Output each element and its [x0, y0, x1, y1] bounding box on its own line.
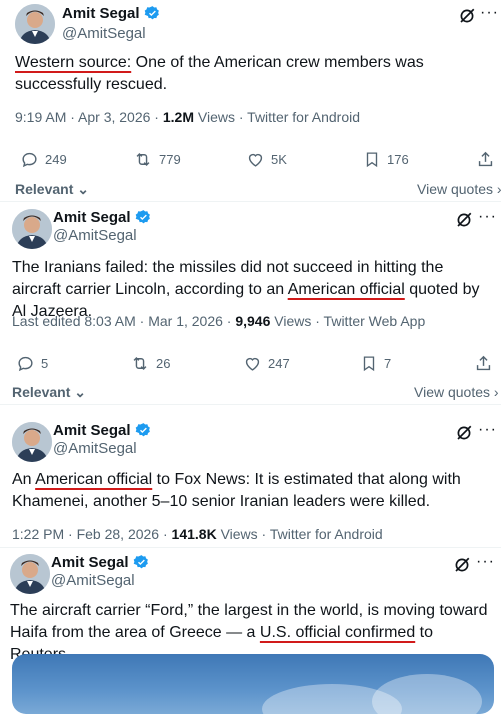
reply-icon [22, 152, 37, 168]
sort-relevant-dropdown[interactable]: Relevant ⌄ [15, 181, 89, 198]
author-name[interactable]: Amit Segal [62, 5, 140, 22]
chevron-down-icon: ⌄ [70, 384, 86, 400]
reply-count: 249 [45, 152, 67, 167]
verified-badge-icon [144, 6, 159, 20]
tweet-3[interactable]: Amit Segal @AmitSegal ··· An American of… [0, 405, 501, 547]
bookmark-icon [366, 152, 378, 168]
share-icon [478, 151, 493, 167]
like-button[interactable]: 247 [243, 354, 290, 373]
tweet-meta: 1:22 PM · Feb 28, 2026 · 141.8K Views · … [12, 526, 383, 542]
action-bar: 249 779 5K 176 [0, 150, 501, 174]
bookmark-count: 7 [384, 356, 392, 371]
view-quotes-link[interactable]: View quotes › [417, 181, 501, 197]
tweet-2[interactable]: Amit Segal @AmitSegal ··· The Iranians f… [0, 202, 501, 402]
timestamp[interactable]: 9:19 AM · Apr 3, 2026 · [15, 109, 163, 125]
avatar[interactable] [12, 209, 52, 249]
author-name[interactable]: Amit Segal [53, 209, 131, 226]
verified-badge-icon [133, 555, 148, 569]
reply-icon [18, 356, 33, 372]
grok-icon[interactable] [453, 556, 471, 574]
repost-icon [133, 356, 147, 371]
views-count: 1.2M [162, 109, 194, 125]
repost-button[interactable]: 26 [130, 354, 170, 373]
bookmark-button[interactable]: 7 [360, 354, 391, 373]
views-count: 141.8K [171, 526, 217, 542]
heart-icon [245, 357, 260, 371]
grok-icon[interactable] [455, 424, 473, 442]
reply-button[interactable]: 5 [16, 354, 48, 373]
avatar[interactable] [10, 554, 50, 594]
tweet-media-image[interactable] [12, 654, 494, 714]
tweet-text-before: An [12, 471, 36, 488]
author-name[interactable]: Amit Segal [51, 554, 129, 571]
heart-icon [248, 153, 263, 167]
views-count: 9,946 [235, 313, 271, 329]
more-options-icon[interactable]: ··· [476, 553, 495, 571]
views-source: Views · Twitter for Android [194, 109, 360, 125]
like-count: 5K [271, 152, 287, 167]
author-handle: @AmitSegal [53, 227, 137, 244]
reply-button[interactable]: 249 [20, 150, 67, 169]
author-line: Amit Segal [62, 5, 161, 22]
underlined-phrase: American official [35, 471, 153, 488]
sort-label: Relevant [15, 181, 74, 197]
author-handle: @AmitSegal [62, 25, 146, 42]
cloud-shape [372, 674, 482, 714]
author-line: Amit Segal [51, 554, 150, 571]
reply-count: 5 [41, 356, 49, 371]
grok-icon[interactable] [458, 7, 476, 25]
author-handle: @AmitSegal [53, 440, 137, 457]
chevron-down-icon: ⌄ [73, 181, 89, 197]
bookmark-count: 176 [387, 152, 409, 167]
bookmark-icon [363, 356, 375, 372]
author-name[interactable]: Amit Segal [53, 422, 131, 439]
verified-badge-icon [135, 210, 150, 224]
tweet-text: Western source: One of the American crew… [15, 52, 485, 96]
timestamp[interactable]: 1:22 PM · Feb 28, 2026 · [12, 526, 172, 542]
share-icon [476, 355, 491, 371]
avatar[interactable] [15, 4, 55, 44]
repost-count: 779 [159, 152, 181, 167]
underlined-phrase: American official [287, 281, 405, 298]
views-source: Views · Twitter Web App [270, 313, 426, 329]
grok-icon[interactable] [455, 211, 473, 229]
like-count: 247 [268, 356, 290, 371]
verified-badge-icon [135, 423, 150, 437]
sort-relevant-dropdown[interactable]: Relevant ⌄ [12, 384, 86, 401]
tweet-meta: 9:19 AM · Apr 3, 2026 · 1.2M Views · Twi… [15, 109, 360, 125]
author-line: Amit Segal [53, 209, 152, 226]
avatar[interactable] [12, 422, 52, 462]
like-button[interactable]: 5K [246, 150, 287, 169]
tweet-1[interactable]: Amit Segal @AmitSegal ··· Western source… [0, 0, 501, 200]
more-options-icon[interactable]: ··· [480, 4, 499, 22]
share-button[interactable] [476, 150, 495, 169]
share-button[interactable] [474, 354, 493, 373]
author-line: Amit Segal [53, 422, 152, 439]
repost-count: 26 [156, 356, 171, 371]
action-bar: 5 26 247 7 [0, 354, 501, 378]
repost-icon [136, 152, 150, 167]
view-quotes-link[interactable]: View quotes › [414, 384, 499, 400]
sort-label: Relevant [12, 384, 71, 400]
tweet-meta: Last edited 8:03 AM · Mar 1, 2026 · 9,94… [12, 313, 425, 329]
repost-button[interactable]: 779 [133, 150, 181, 169]
bookmark-button[interactable]: 176 [363, 150, 409, 169]
author-handle: @AmitSegal [51, 572, 135, 589]
more-options-icon[interactable]: ··· [478, 421, 497, 439]
underlined-phrase: U.S. official confirmed [259, 624, 416, 641]
more-options-icon[interactable]: ··· [478, 208, 497, 226]
underlined-phrase: Western source: [15, 54, 132, 71]
tweet-text: An American official to Fox News: It is … [12, 469, 482, 513]
views-source: Views · Twitter for Android [216, 526, 383, 542]
timestamp[interactable]: Last edited 8:03 AM · Mar 1, 2026 · [12, 313, 235, 329]
